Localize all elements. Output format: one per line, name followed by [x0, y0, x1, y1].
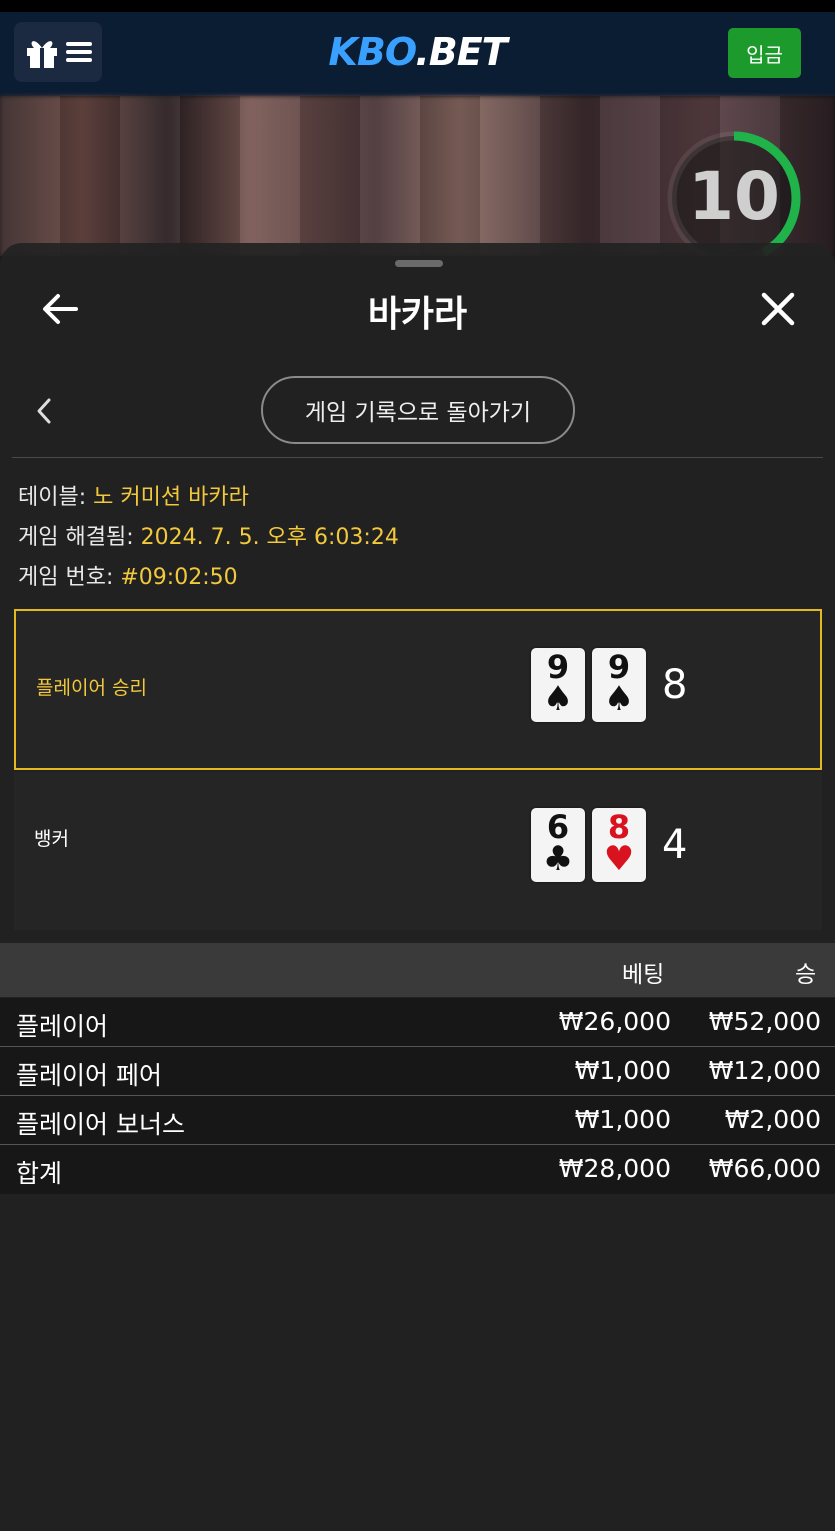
table-row-total: 합계 ₩28,000 ₩66,000 — [0, 1145, 835, 1194]
heart-icon: ♥ — [603, 839, 635, 879]
brand-logo[interactable]: KBO.BET — [0, 30, 835, 74]
bet-name: 플레이어 보너스 — [16, 1110, 185, 1139]
chevron-left-icon[interactable] — [34, 397, 54, 425]
total-win-amount: ₩66,000 — [708, 1154, 821, 1183]
divider — [12, 457, 823, 458]
player-result-label: 플레이어 승리 — [36, 677, 147, 699]
countdown-timer-value: 10 — [688, 158, 780, 235]
win-amount: ₩12,000 — [708, 1056, 821, 1085]
player-result-panel: 플레이어 승리 — [14, 609, 822, 770]
info-table: 테이블: 노 커미션 바카라 — [18, 485, 249, 510]
sheet-title: 바카라 — [367, 294, 468, 335]
bet-amount: ₩1,000 — [574, 1105, 671, 1134]
win-amount: ₩52,000 — [708, 1007, 821, 1036]
header-win: 승 — [795, 962, 817, 988]
club-icon: ♣ — [542, 839, 574, 879]
top-bar: KBO.BET 입금 — [0, 0, 835, 96]
win-amount: ₩2,000 — [724, 1105, 821, 1134]
header-bet: 베팅 — [622, 962, 665, 988]
player-score: 8 — [662, 662, 688, 708]
back-to-history-button[interactable]: 게임 기록으로 돌아가기 — [261, 376, 575, 444]
spade-icon: ♠ — [603, 679, 635, 719]
bet-name: 플레이어 페어 — [16, 1061, 162, 1090]
bet-amount: ₩26,000 — [558, 1007, 671, 1036]
bet-name: 플레이어 — [16, 1012, 109, 1041]
table-row: 플레이어 페어 ₩1,000 ₩12,000 — [0, 1047, 835, 1096]
spade-icon: ♠ — [542, 679, 574, 719]
player-card-2: 9 ♠ — [592, 648, 646, 722]
info-resolved: 게임 해결됨: 2024. 7. 5. 오후 6:03:24 — [18, 525, 399, 550]
total-label: 합계 — [16, 1159, 63, 1188]
info-game-number: 게임 번호: #09:02:50 — [18, 565, 238, 590]
table-row: 플레이어 보너스 ₩1,000 ₩2,000 — [0, 1096, 835, 1145]
sheet-drag-handle[interactable] — [395, 260, 443, 267]
banker-score: 4 — [662, 822, 688, 868]
banker-card-2: 8 ♥ — [592, 808, 646, 882]
banker-result-panel: 뱅커 — [14, 772, 822, 930]
close-icon[interactable] — [760, 291, 796, 327]
total-bet-amount: ₩28,000 — [558, 1154, 671, 1183]
banker-card-1: 6 ♣ — [531, 808, 585, 882]
deposit-button[interactable]: 입금 — [728, 28, 801, 78]
bet-amount: ₩1,000 — [574, 1056, 671, 1085]
bets-table-header — [0, 943, 835, 997]
player-card-1: 9 ♠ — [531, 648, 585, 722]
table-row: 플레이어 ₩26,000 ₩52,000 — [0, 998, 835, 1047]
banker-result-label: 뱅커 — [34, 828, 69, 850]
